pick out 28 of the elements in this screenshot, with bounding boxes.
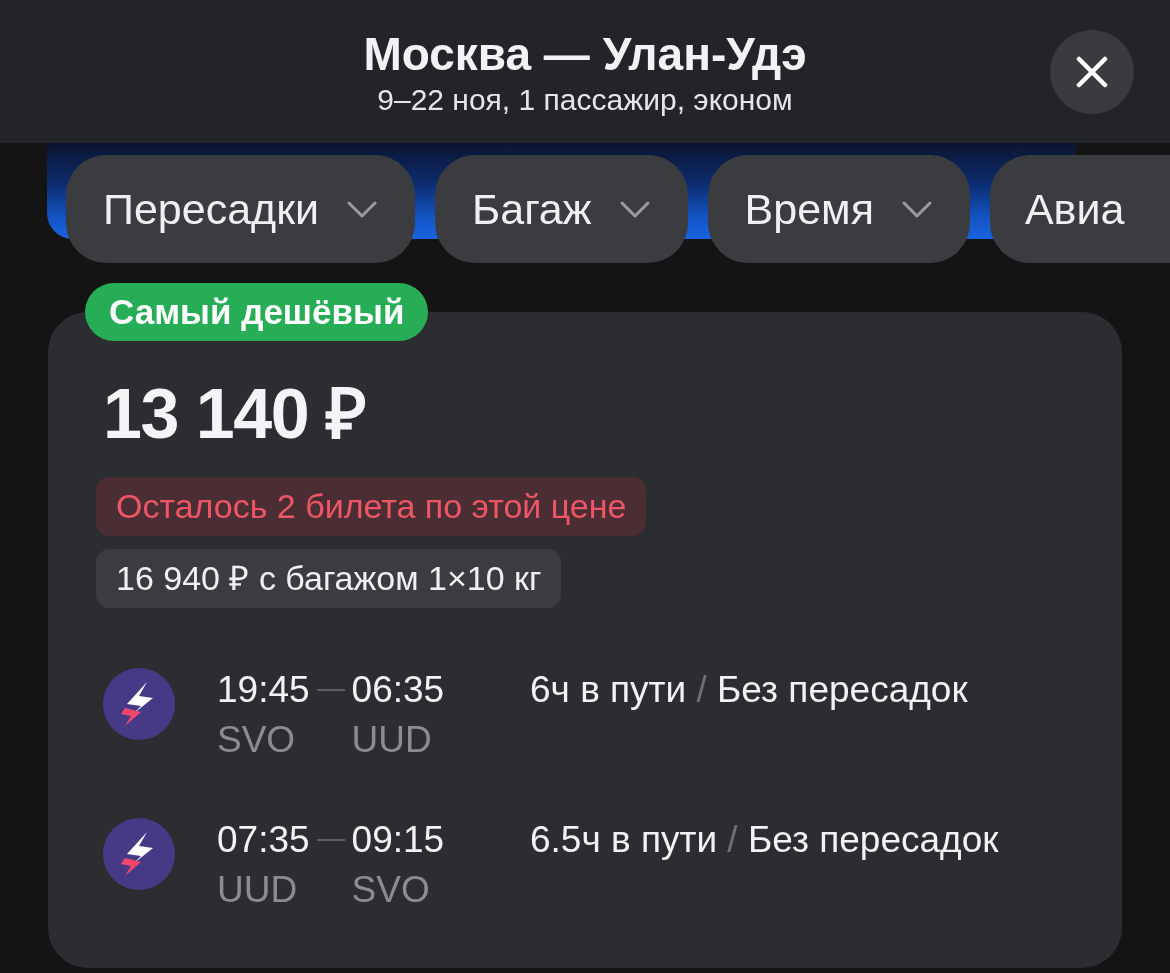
departure-airport-code: UUD	[217, 868, 299, 912]
dash-line	[316, 839, 345, 841]
flight-info: 6.5ч в пути / Без пересадок	[530, 818, 999, 862]
chevron-down-icon	[347, 200, 377, 218]
filter-chip[interactable]: Пересадки	[66, 155, 415, 263]
dash-line	[316, 689, 345, 691]
warning-notice: Осталось 2 билета по этой цене	[96, 477, 647, 536]
arrival-time: 06:35	[351, 668, 445, 712]
lightning-logo-icon	[103, 668, 175, 740]
arrival-airport-code: SVO	[351, 868, 431, 912]
trip-details: 9–22 ноя, 1 пассажир, эконом	[377, 82, 793, 118]
filter-chip[interactable]: Багаж	[435, 155, 688, 263]
departure-time: 19:45	[217, 668, 310, 712]
arrival-airport-code: UUD	[351, 718, 433, 762]
flight-info: 6ч в пути / Без пересадок	[530, 668, 968, 712]
chevron-down-icon	[619, 200, 650, 218]
cheapest-badge: Самый дешёвый	[85, 283, 429, 341]
chevron-down-icon	[901, 200, 932, 218]
filter-chip[interactable]: Авиа	[989, 155, 1170, 263]
lightning-logo-icon	[103, 818, 175, 890]
route-title: Москва — Улан-Удэ	[363, 27, 807, 81]
price-text: 13 140 ₽	[103, 374, 367, 455]
arrival-time: 09:15	[351, 818, 445, 862]
departure-time: 07:35	[217, 818, 310, 862]
departure-airport-code: SVO	[217, 718, 297, 762]
filter-chip[interactable]: Время	[707, 155, 970, 263]
baggage-price-notice: 16 940 ₽ с багажом 1×10 кг	[96, 549, 562, 608]
close-icon	[1076, 55, 1108, 88]
